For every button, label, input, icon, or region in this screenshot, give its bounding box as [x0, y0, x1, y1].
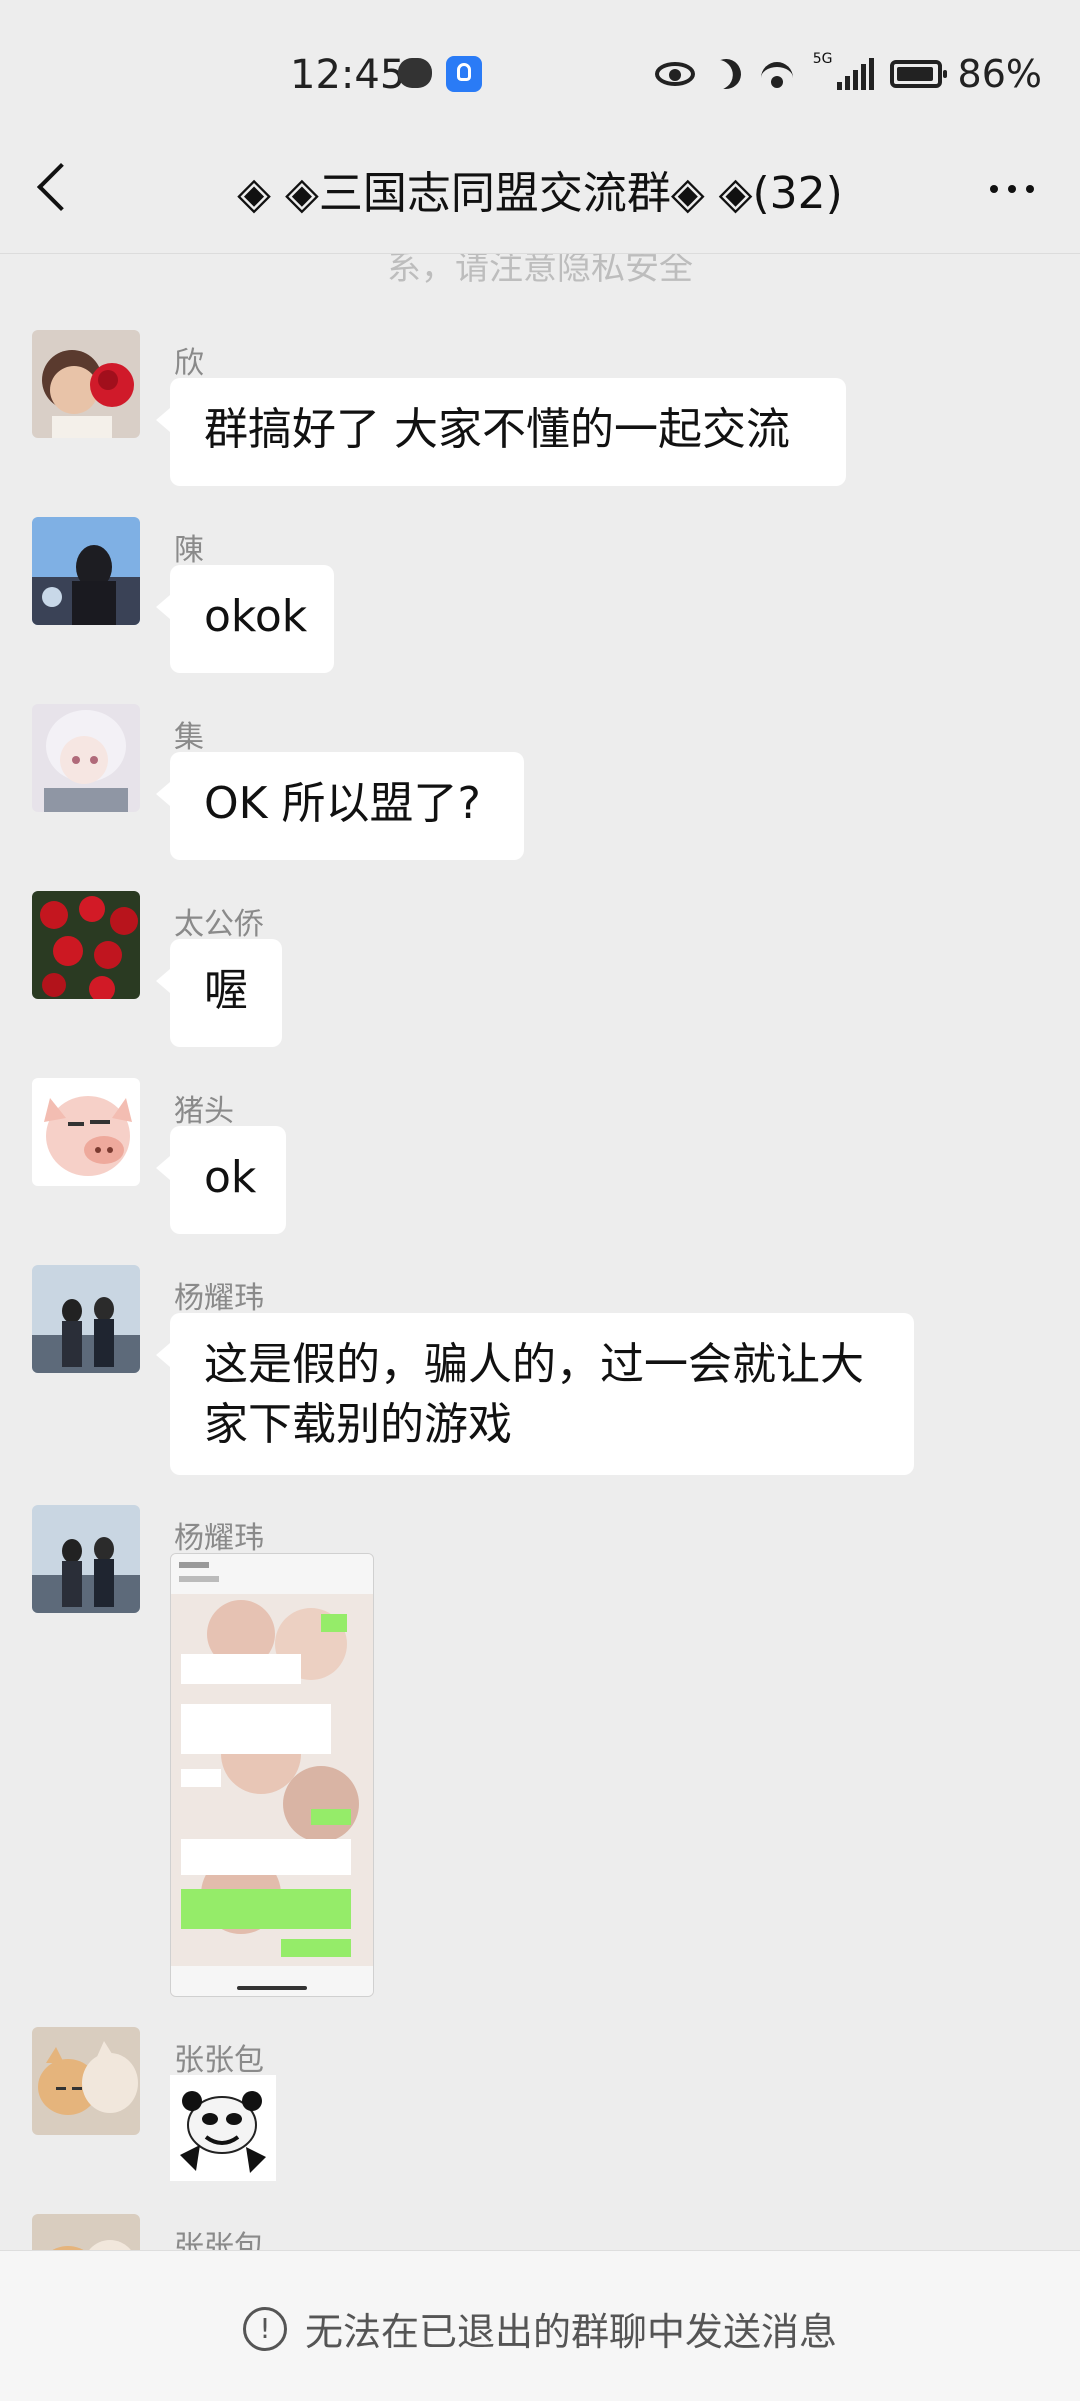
- sender-name: 集: [174, 720, 204, 755]
- screenshot-image-message[interactable]: [170, 1553, 374, 1997]
- status-time: 12:45: [290, 52, 406, 98]
- exited-group-notice: 无法在已退出的群聊中发送消息: [304, 2310, 837, 2354]
- avatar[interactable]: [32, 517, 140, 625]
- network-type: 5G: [812, 51, 833, 67]
- info-circle-icon: !: [242, 2306, 287, 2351]
- avatar[interactable]: [32, 330, 140, 438]
- avatar[interactable]: [32, 704, 140, 812]
- message-bubble[interactable]: okok: [156, 565, 334, 673]
- more-options-icon[interactable]: [990, 185, 1034, 193]
- sender-name: 太公侨: [174, 907, 264, 942]
- sender-name: 欣: [174, 346, 204, 381]
- sender-name: 张张包: [174, 2043, 264, 2078]
- message-bubble[interactable]: 群搞好了 大家不懂的一起交流: [156, 378, 846, 486]
- moon-icon: [707, 55, 745, 93]
- sender-name: 猪头: [174, 1094, 234, 1129]
- panda-sticker-message[interactable]: [170, 2075, 276, 2181]
- lightbulb-notification-icon: [446, 56, 482, 92]
- message-bubble[interactable]: ok: [156, 1126, 286, 1234]
- signal-icon: [836, 58, 874, 90]
- avatar[interactable]: [32, 1505, 140, 1613]
- battery-icon: [889, 60, 947, 88]
- group-title: ◈ ◈三国志同盟交流群◈ ◈(32): [237, 168, 843, 219]
- avatar[interactable]: [32, 1265, 140, 1373]
- avatar[interactable]: [32, 1078, 140, 1186]
- wifi-icon: [757, 58, 797, 90]
- wechat-notification-icon: [398, 58, 432, 88]
- sender-name: 杨耀玮: [174, 1521, 264, 1556]
- input-disabled-bar: ! 无法在已退出的群聊中发送消息: [0, 2250, 1080, 2401]
- sender-name: 陳: [174, 533, 204, 568]
- message-bubble[interactable]: 喔: [156, 939, 282, 1047]
- message-bubble[interactable]: OK 所以盟了?: [156, 752, 524, 860]
- eye-icon: [654, 62, 695, 86]
- chat-header: ◈ ◈三国志同盟交流群◈ ◈(32): [0, 125, 1080, 254]
- message-bubble[interactable]: 这是假的，骗人的，过一会就让大家下载别的游戏: [156, 1313, 914, 1475]
- avatar[interactable]: [32, 2027, 140, 2135]
- avatar[interactable]: [32, 891, 140, 999]
- sender-name: 杨耀玮: [174, 1281, 264, 1316]
- battery-level: 86%: [957, 52, 1042, 96]
